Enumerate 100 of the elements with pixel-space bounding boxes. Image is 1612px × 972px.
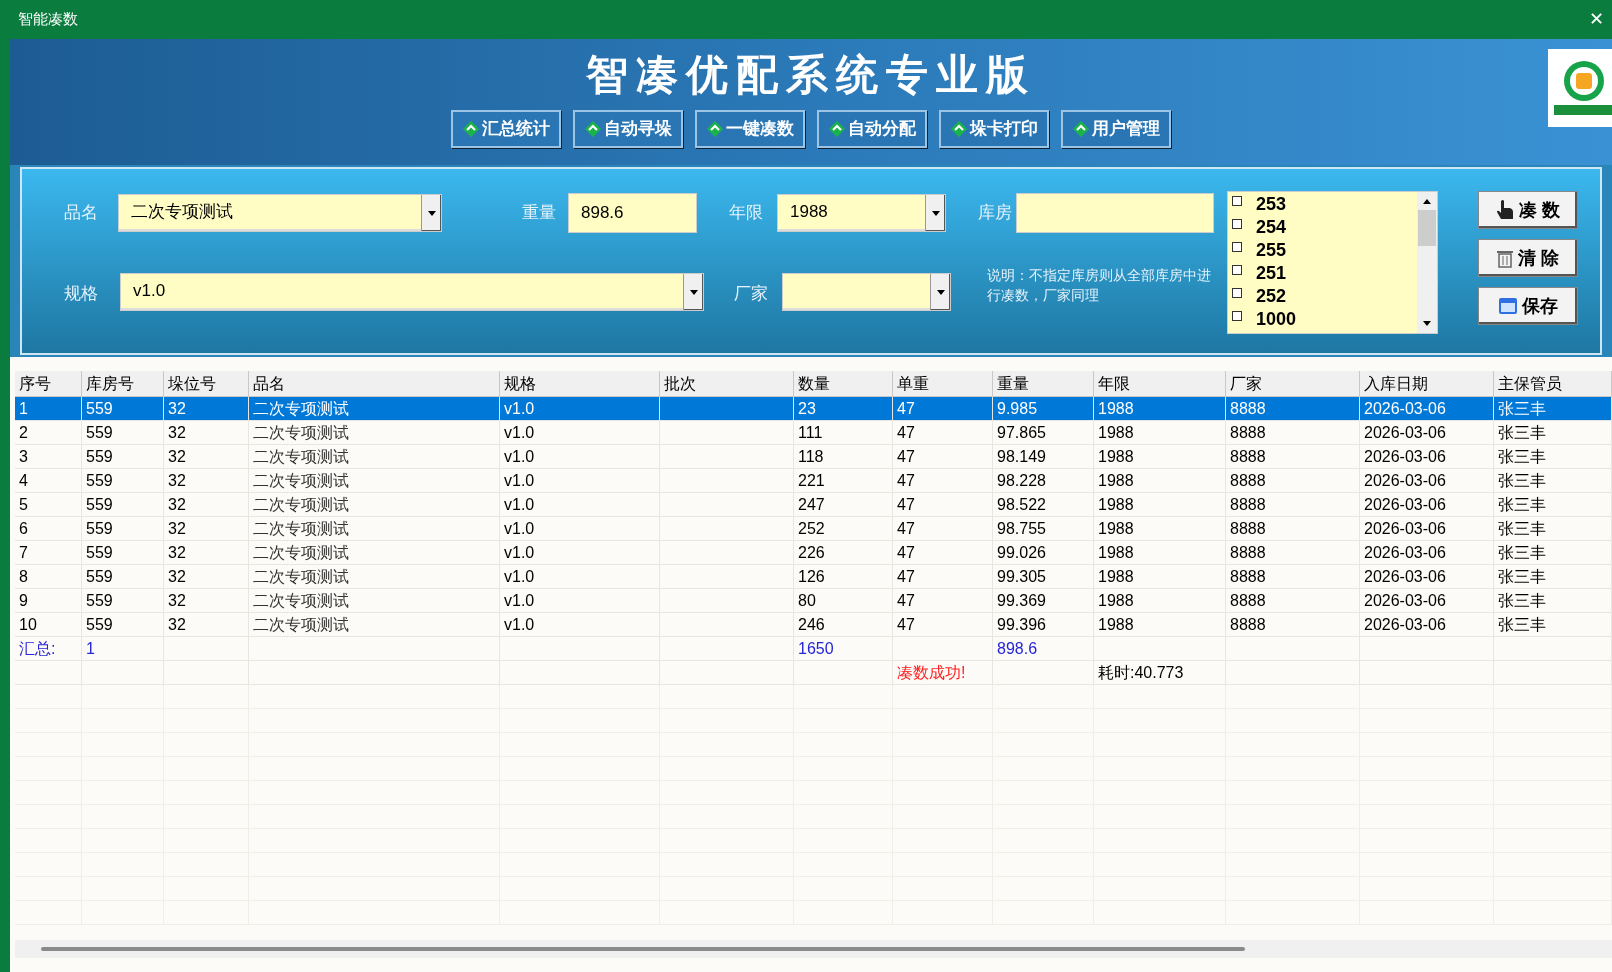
close-button[interactable]: ✕ [1589, 6, 1604, 33]
product-dropdown[interactable]: 二次专项测试 [118, 194, 442, 232]
table-cell: 47 [893, 397, 993, 421]
table-cell: 二次专项测试 [249, 517, 500, 541]
action-button[interactable]: 清 除 [1478, 239, 1578, 277]
list-item[interactable]: 254 [1256, 216, 1287, 239]
table-cell: 98.149 [993, 445, 1094, 469]
table-cell: 汇总: [15, 637, 82, 661]
table-cell: 898.6 [993, 637, 1094, 661]
table-cell: 张三丰 [1494, 517, 1612, 541]
table-cell: 1988 [1094, 445, 1226, 469]
table-cell: 47 [893, 445, 993, 469]
table-cell: 111 [794, 421, 893, 445]
table-cell: 2026-03-06 [1360, 469, 1494, 493]
spec-dropdown[interactable]: v1.0 [120, 273, 704, 311]
table-cell: 8888 [1226, 613, 1360, 637]
table-cell: 张三丰 [1494, 397, 1612, 421]
list-item[interactable]: 255 [1256, 239, 1287, 262]
app-title: 智凑优配系统专业版 [586, 49, 1036, 101]
table-cell: 张三丰 [1494, 493, 1612, 517]
table-cell: 4 [15, 469, 82, 493]
table-cell: 559 [82, 421, 164, 445]
table-cell: 247 [794, 493, 893, 517]
table-row[interactable]: 8 559 32 二次专项测试 v1.0 126 47 99.305 1988 8888 2026-03-06 张三丰 [15, 565, 1612, 589]
table-cell: 6 [15, 517, 82, 541]
list-item[interactable]: 251 [1256, 262, 1287, 285]
action-button[interactable]: 凑 数 [1478, 191, 1578, 229]
table-row[interactable]: 1 559 32 二次专项测试 v1.0 23 47 9.985 1988 8888 2026-03-06 张三丰 [15, 397, 1612, 421]
table-cell: 226 [794, 541, 893, 565]
toolbar-button[interactable]: 一键凑数 [695, 110, 805, 148]
table-cell: 二次专项测试 [249, 541, 500, 565]
table-cell: 10 [15, 613, 82, 637]
table-cell: 2026-03-06 [1360, 565, 1494, 589]
table-cell: 32 [164, 517, 249, 541]
table-cell: 98.228 [993, 469, 1094, 493]
table-cell: 张三丰 [1494, 421, 1612, 445]
table-cell: 2 [15, 421, 82, 445]
table-cell: 3 [15, 445, 82, 469]
table-cell: 47 [893, 541, 993, 565]
table-cell: 126 [794, 565, 893, 589]
table-row[interactable]: 5 559 32 二次专项测试 v1.0 247 47 98.522 1988 8888 2026-03-06 张三丰 [15, 493, 1612, 517]
table-cell: 8888 [1226, 445, 1360, 469]
table-cell: 559 [82, 613, 164, 637]
action-button[interactable]: 保存 [1478, 287, 1578, 325]
table-cell: v1.0 [500, 541, 660, 565]
table-cell: 559 [82, 565, 164, 589]
table-cell: 8888 [1226, 517, 1360, 541]
table-cell: 559 [82, 541, 164, 565]
table-cell: 张三丰 [1494, 469, 1612, 493]
table-cell: 47 [893, 421, 993, 445]
table-cell: v1.0 [500, 445, 660, 469]
table-row[interactable]: 9 559 32 二次专项测试 v1.0 80 47 99.369 1988 8888 2026-03-06 张三丰 [15, 589, 1612, 613]
table-cell: 8888 [1226, 397, 1360, 421]
table-cell: v1.0 [500, 565, 660, 589]
table-cell: v1.0 [500, 613, 660, 637]
table-cell: 1988 [1094, 421, 1226, 445]
table-cell: 9.985 [993, 397, 1094, 421]
table-cell: 23 [794, 397, 893, 421]
table-cell: 1988 [1094, 541, 1226, 565]
table-row[interactable]: 3 559 32 二次专项测试 v1.0 118 47 98.149 1988 8888 2026-03-06 张三丰 [15, 445, 1612, 469]
weight-field[interactable]: 898.6 [568, 193, 697, 233]
table-cell: 559 [82, 397, 164, 421]
table-cell: 98.755 [993, 517, 1094, 541]
table-cell: 8888 [1226, 565, 1360, 589]
table-cell: 张三丰 [1494, 445, 1612, 469]
table-cell: 8888 [1226, 469, 1360, 493]
year-dropdown[interactable]: 1988 [777, 194, 946, 232]
toolbar-button[interactable]: 自动寻垛 [573, 110, 683, 148]
table-row[interactable]: 10 559 32 二次专项测试 v1.0 246 47 99.396 1988 8888 2026-03-06 张三丰 [15, 613, 1612, 637]
table-cell: v1.0 [500, 421, 660, 445]
table-cell: 8888 [1226, 589, 1360, 613]
table-cell: 47 [893, 565, 993, 589]
table-row[interactable]: 6 559 32 二次专项测试 v1.0 252 47 98.755 1988 8888 2026-03-06 张三丰 [15, 517, 1612, 541]
table-cell: 9 [15, 589, 82, 613]
table-cell: 8888 [1226, 541, 1360, 565]
table-row[interactable]: 7 559 32 二次专项测试 v1.0 226 47 99.026 1988 8888 2026-03-06 张三丰 [15, 541, 1612, 565]
table-row[interactable]: 2 559 32 二次专项测试 v1.0 111 47 97.865 1988 8888 2026-03-06 张三丰 [15, 421, 1612, 445]
warehouse-list[interactable]: 253 254 255 251 252 1000 [1227, 191, 1438, 334]
table-cell: 5 [15, 493, 82, 517]
table-cell: 47 [893, 589, 993, 613]
list-item[interactable]: 252 [1256, 285, 1287, 308]
table-cell: 2026-03-06 [1360, 397, 1494, 421]
table-cell: 张三丰 [1494, 541, 1612, 565]
toolbar-button[interactable]: 垛卡打印 [939, 110, 1049, 148]
table-cell: 99.026 [993, 541, 1094, 565]
toolbar-button[interactable]: 用户管理 [1061, 110, 1171, 148]
field-label: 重量 [522, 202, 556, 225]
table-cell: 252 [794, 517, 893, 541]
list-item[interactable]: 1000 [1256, 308, 1297, 331]
table-row[interactable]: 4 559 32 二次专项测试 v1.0 221 47 98.228 1988 8888 2026-03-06 张三丰 [15, 469, 1612, 493]
list-item[interactable]: 253 [1256, 193, 1287, 216]
table-cell: v1.0 [500, 493, 660, 517]
table-cell: 二次专项测试 [249, 589, 500, 613]
table-cell: 2026-03-06 [1360, 613, 1494, 637]
window-title: 智能凑数 [18, 9, 78, 30]
toolbar-button[interactable]: 汇总统计 [451, 110, 561, 148]
table-cell: 1650 [794, 637, 893, 661]
table-cell: 559 [82, 493, 164, 517]
toolbar-button[interactable]: 自动分配 [817, 110, 927, 148]
table-cell: 32 [164, 493, 249, 517]
